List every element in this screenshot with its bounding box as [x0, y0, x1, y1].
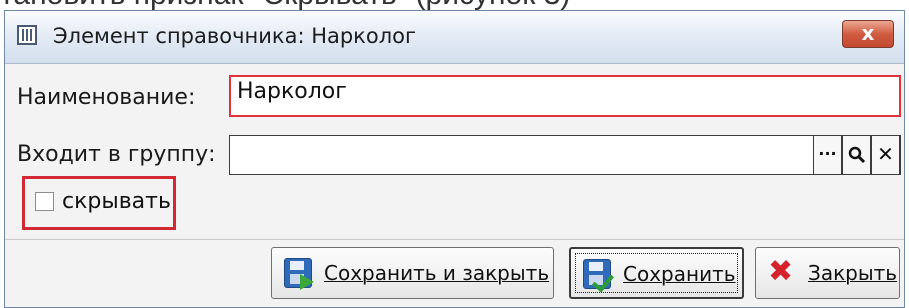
hide-checkbox[interactable]: [35, 192, 54, 211]
hide-checkbox-highlight: скрывать: [22, 176, 176, 230]
group-label: Входит в группу:: [17, 142, 216, 167]
close-label: Закрыть: [808, 261, 898, 285]
window-title: Элемент справочника: Нарколог: [53, 24, 417, 48]
footer-divider: [5, 239, 904, 240]
arrow-badge-icon: [300, 274, 314, 290]
select-ellipsis-button[interactable]: ···: [813, 135, 842, 175]
window-close-button[interactable]: x: [842, 20, 894, 48]
dialog-window: Элемент справочника: Нарколог x Наименов…: [4, 10, 905, 308]
title-bar[interactable]: Элемент справочника: Нарколог x: [5, 11, 904, 64]
search-icon[interactable]: [842, 135, 871, 175]
name-input[interactable]: Нарколог: [229, 75, 901, 117]
save-disk-icon: [583, 259, 611, 289]
table-icon: [17, 25, 37, 45]
close-x-icon: ✖: [768, 254, 794, 289]
check-badge-icon: [591, 269, 615, 293]
save-and-close-button[interactable]: Сохранить и закрыть: [271, 247, 554, 299]
save-and-close-label: Сохранить и закрыть: [324, 261, 550, 285]
hide-checkbox-label[interactable]: скрывать: [62, 189, 171, 214]
close-button[interactable]: ✖ Закрыть: [755, 247, 900, 299]
name-label: Наименование:: [17, 85, 196, 110]
save-label: Сохранить: [623, 262, 736, 286]
clear-icon[interactable]: ✕: [871, 135, 900, 175]
group-input[interactable]: [229, 135, 901, 175]
save-button[interactable]: Сохранить: [569, 247, 744, 299]
